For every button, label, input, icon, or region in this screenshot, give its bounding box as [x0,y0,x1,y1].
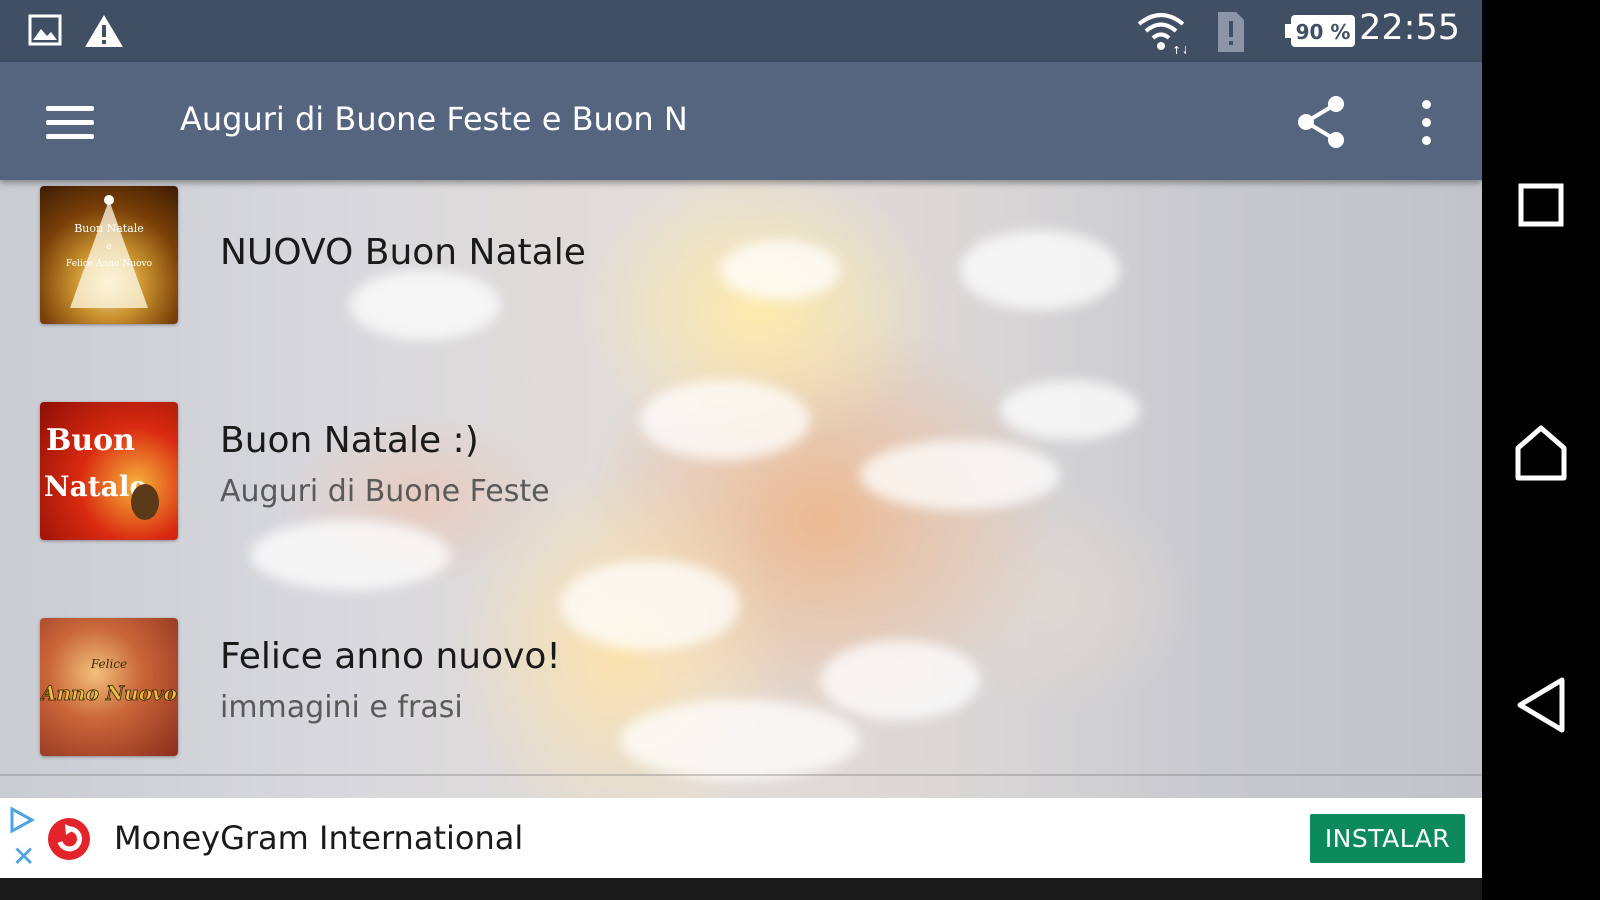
item-thumbnail: Buon Natale [40,402,178,540]
item-title: Felice anno nuovo! [220,636,561,677]
svg-text:Felice Anno Nuovo: Felice Anno Nuovo [66,259,152,269]
svg-text:Felice: Felice [90,657,127,671]
item-subtitle: Auguri di Buone Feste [220,474,550,509]
item-title: Buon Natale :) [220,420,479,461]
item-thumbnail: Buon Natale e Felice Anno Nuovo [40,186,178,324]
warning-icon [85,15,123,47]
home-button[interactable] [1482,400,1600,510]
list-item[interactable]: Buon Natale Buon Natale :) Auguri di Buo… [0,396,1482,596]
menu-button[interactable] [38,94,104,150]
share-button[interactable] [1292,92,1352,152]
install-button[interactable]: INSTALAR [1310,814,1465,863]
clock: 22:55 [1359,8,1460,48]
overflow-menu-button[interactable] [1406,92,1446,152]
wifi-icon: ↑↓ [1137,13,1186,54]
svg-text:Anno Nuovo: Anno Nuovo [40,681,177,705]
app-bar: Auguri di Buone Feste e Buon N [0,62,1482,180]
sim-alert-icon [1218,12,1244,52]
moneygram-logo [48,818,90,860]
share-icon [1298,96,1344,148]
gallery-icon [28,14,62,46]
recents-button[interactable] [1482,150,1600,260]
app-title: Auguri di Buone Feste e Buon N [180,100,688,138]
svg-text:Buon: Buon [46,423,135,458]
ad-title[interactable]: MoneyGram International [114,819,523,857]
app-screen: ↑↓ 90 % 22:55 Auguri di Buone Feste e Bu… [0,0,1482,900]
item-thumbnail: Felice Anno Nuovo [40,618,178,756]
divider [0,774,1482,776]
recents-icon [1518,183,1564,227]
list-item[interactable]: Buon Natale e Felice Anno Nuovo NUOVO Bu… [0,180,1482,380]
list-item[interactable]: Felice Anno Nuovo Felice anno nuovo! imm… [0,612,1482,798]
svg-text:Buon Natale: Buon Natale [74,222,144,235]
back-icon [1517,677,1565,733]
new-year-image: Felice Anno Nuovo [40,657,177,705]
battery-icon: 90 % [1285,15,1355,47]
navigation-bar [1482,0,1600,900]
item-title: NUOVO Buon Natale [220,232,586,273]
content-list: Buon Natale e Felice Anno Nuovo NUOVO Bu… [0,180,1482,798]
item-subtitle: immagini e frasi [220,690,463,725]
status-bar: ↑↓ 90 % 22:55 [0,0,1482,62]
svg-text:e: e [106,242,111,252]
bells-image: Buon Natale [44,423,159,520]
christmas-tree-image: Buon Natale e Felice Anno Nuovo [66,195,152,308]
close-ad-icon[interactable]: ✕ [12,843,35,871]
ad-banner[interactable]: ✕ MoneyGram International INSTALAR [0,798,1482,878]
battery-percent: 90 % [1296,20,1351,44]
bottom-edge [0,878,1482,900]
home-icon [1515,425,1567,481]
adchoices-icon[interactable] [8,806,36,834]
back-button[interactable] [1482,650,1600,760]
svg-text:↑↓: ↑↓ [1172,44,1186,54]
